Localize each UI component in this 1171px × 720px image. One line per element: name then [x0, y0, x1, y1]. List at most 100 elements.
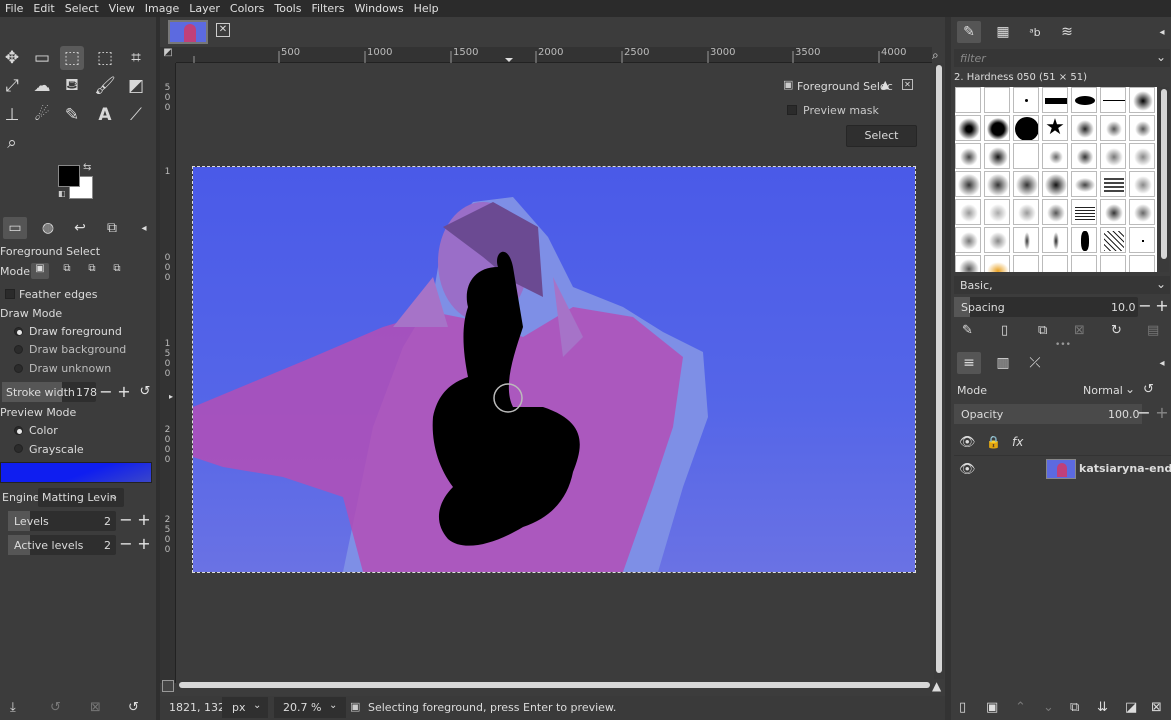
brushes-tab-icon[interactable]: ✎ [957, 21, 981, 43]
brush-item[interactable] [1129, 87, 1155, 113]
dock-splitter-handle-icon[interactable]: ••• [1055, 340, 1071, 350]
close-tab-icon[interactable]: ✕ [216, 23, 230, 37]
feather-edges-checkbox[interactable] [5, 289, 15, 299]
opacity-increase-icon[interactable]: + [1154, 405, 1170, 422]
foreground-color-swatch[interactable] [58, 165, 80, 187]
zoom-tool-icon[interactable]: ⌕ [0, 131, 24, 155]
brush-item[interactable] [984, 143, 1010, 169]
opacity-decrease-icon[interactable]: − [1136, 405, 1152, 422]
spacing-field[interactable]: Spacing 10.0 [954, 297, 1138, 317]
opacity-field[interactable]: Opacity 100.0 [954, 404, 1142, 424]
brush-item[interactable] [984, 255, 1010, 272]
ruler-corner-icon[interactable]: ◩ [160, 47, 176, 63]
device-status-tab-icon[interactable]: ◍ [36, 217, 60, 239]
select-button[interactable]: Select [846, 125, 917, 147]
brush-item[interactable] [1071, 143, 1097, 169]
vertical-scrollbar[interactable] [934, 63, 944, 679]
draw-unknown-radio[interactable] [14, 364, 23, 373]
brush-item[interactable] [1042, 171, 1068, 197]
brush-item[interactable] [1042, 255, 1068, 272]
lower-layer-icon[interactable]: ⌄ [1043, 700, 1054, 715]
brush-item[interactable] [1013, 115, 1039, 141]
levels-increase-icon[interactable]: + [136, 512, 152, 529]
brush-item[interactable] [1100, 255, 1126, 272]
switch-mode-group-icon[interactable]: ↺ [1143, 382, 1154, 397]
brush-item[interactable] [1071, 199, 1097, 225]
brush-item[interactable] [955, 87, 981, 113]
paintbrush-tool-icon[interactable]: 🖌 [93, 74, 117, 98]
raise-layer-icon[interactable]: ⌃ [1015, 700, 1026, 715]
open-brush-as-image-icon[interactable]: ▤ [1147, 323, 1159, 338]
mode-add-icon[interactable]: ⧉ [58, 263, 76, 279]
menu-image[interactable]: Image [140, 0, 184, 17]
rect-select-tool-icon[interactable]: ▭ [30, 46, 54, 70]
overlay-close-icon[interactable]: ✕ [902, 79, 913, 90]
brush-item[interactable] [1013, 143, 1039, 169]
brush-item[interactable] [984, 115, 1010, 141]
delete-brush-icon[interactable]: ⊠ [1074, 323, 1085, 338]
stroke-width-increase-icon[interactable]: + [116, 384, 132, 401]
active-levels-increase-icon[interactable]: + [136, 536, 152, 553]
text-tool-icon[interactable]: A [93, 103, 117, 127]
preview-grayscale-radio[interactable] [14, 444, 23, 453]
brush-item[interactable]: ★ [1042, 115, 1068, 141]
vertical-scrollbar-thumb[interactable] [936, 65, 942, 673]
undo-history-tab-icon[interactable]: ↩ [68, 217, 92, 239]
draw-background-radio[interactable] [14, 345, 23, 354]
menu-view[interactable]: View [104, 0, 140, 17]
brush-item[interactable] [1013, 255, 1039, 272]
brush-item[interactable] [1071, 227, 1097, 253]
document-history-tab-icon[interactable]: ≋ [1055, 21, 1079, 43]
fonts-tab-icon[interactable]: ᵃb [1023, 21, 1047, 43]
brush-item[interactable] [1129, 171, 1155, 197]
duplicate-brush-icon[interactable]: ⧉ [1038, 323, 1047, 338]
canvas-area[interactable]: ▣ Foreground Selec ▲ ✕ Preview mask Sele… [177, 63, 933, 679]
new-layer-icon[interactable]: ▯ [959, 700, 966, 715]
new-brush-icon[interactable]: ▯ [1001, 323, 1008, 338]
brush-item[interactable] [1129, 115, 1155, 141]
layers-tab-icon[interactable]: ≡ [957, 352, 981, 374]
channels-tab-icon[interactable]: ▥ [991, 352, 1015, 374]
brush-item[interactable] [1100, 227, 1126, 253]
bucket-fill-tool-icon[interactable]: ⛾ [60, 74, 84, 98]
unit-dropdown[interactable]: px ⌄ [222, 697, 268, 718]
save-tool-preset-icon[interactable]: ⤓ [10, 700, 16, 715]
brush-item[interactable] [1071, 115, 1097, 141]
menu-tools[interactable]: Tools [269, 0, 306, 17]
active-levels-field[interactable]: Active levels 2 [8, 535, 116, 555]
brush-item[interactable] [1100, 87, 1126, 113]
brush-item[interactable] [955, 171, 981, 197]
reset-tool-options-icon[interactable]: ↺ [128, 700, 139, 715]
active-levels-decrease-icon[interactable]: − [118, 536, 134, 553]
tool-options-tab-icon[interactable]: ▭ [3, 217, 27, 239]
layers-panel-menu-icon[interactable]: ◂ [1153, 352, 1171, 374]
draw-foreground-radio[interactable] [14, 327, 23, 336]
brush-grid-scrollbar[interactable] [1159, 87, 1169, 272]
brush-item[interactable] [955, 115, 981, 141]
menu-select[interactable]: Select [60, 0, 104, 17]
brush-item[interactable] [1013, 87, 1039, 113]
brush-item[interactable] [984, 87, 1010, 113]
eraser-tool-icon[interactable]: ◩ [124, 74, 148, 98]
engine-dropdown[interactable]: Matting Levin ⌄ [38, 488, 124, 507]
menu-windows[interactable]: Windows [349, 0, 408, 17]
brush-item[interactable] [1100, 143, 1126, 169]
brush-item[interactable] [984, 199, 1010, 225]
preview-color-radio[interactable] [14, 426, 23, 435]
brush-item[interactable] [1013, 199, 1039, 225]
zoom-dropdown[interactable]: 20.7 % ⌄ [274, 697, 346, 718]
refresh-brushes-icon[interactable]: ↻ [1111, 323, 1122, 338]
horizontal-scrollbar[interactable] [177, 680, 932, 690]
brush-item[interactable] [955, 143, 981, 169]
menu-filters[interactable]: Filters [306, 0, 349, 17]
quick-mask-icon[interactable] [162, 680, 174, 692]
brush-item[interactable] [1071, 255, 1097, 272]
spacing-increase-icon[interactable]: + [1154, 298, 1170, 315]
merge-layer-icon[interactable]: ⇊ [1097, 700, 1108, 715]
brush-item[interactable] [1042, 199, 1068, 225]
stroke-width-reset-icon[interactable]: ↺ [137, 385, 153, 401]
brush-grid[interactable]: ★ [955, 87, 1157, 272]
layer-mode-dropdown[interactable]: Normal ⌄ [1071, 381, 1139, 400]
horizontal-ruler[interactable]: 500 1000 1500 2000 2500 3000 3500 4000 [176, 47, 932, 63]
add-mask-icon[interactable]: ◪ [1125, 700, 1137, 715]
